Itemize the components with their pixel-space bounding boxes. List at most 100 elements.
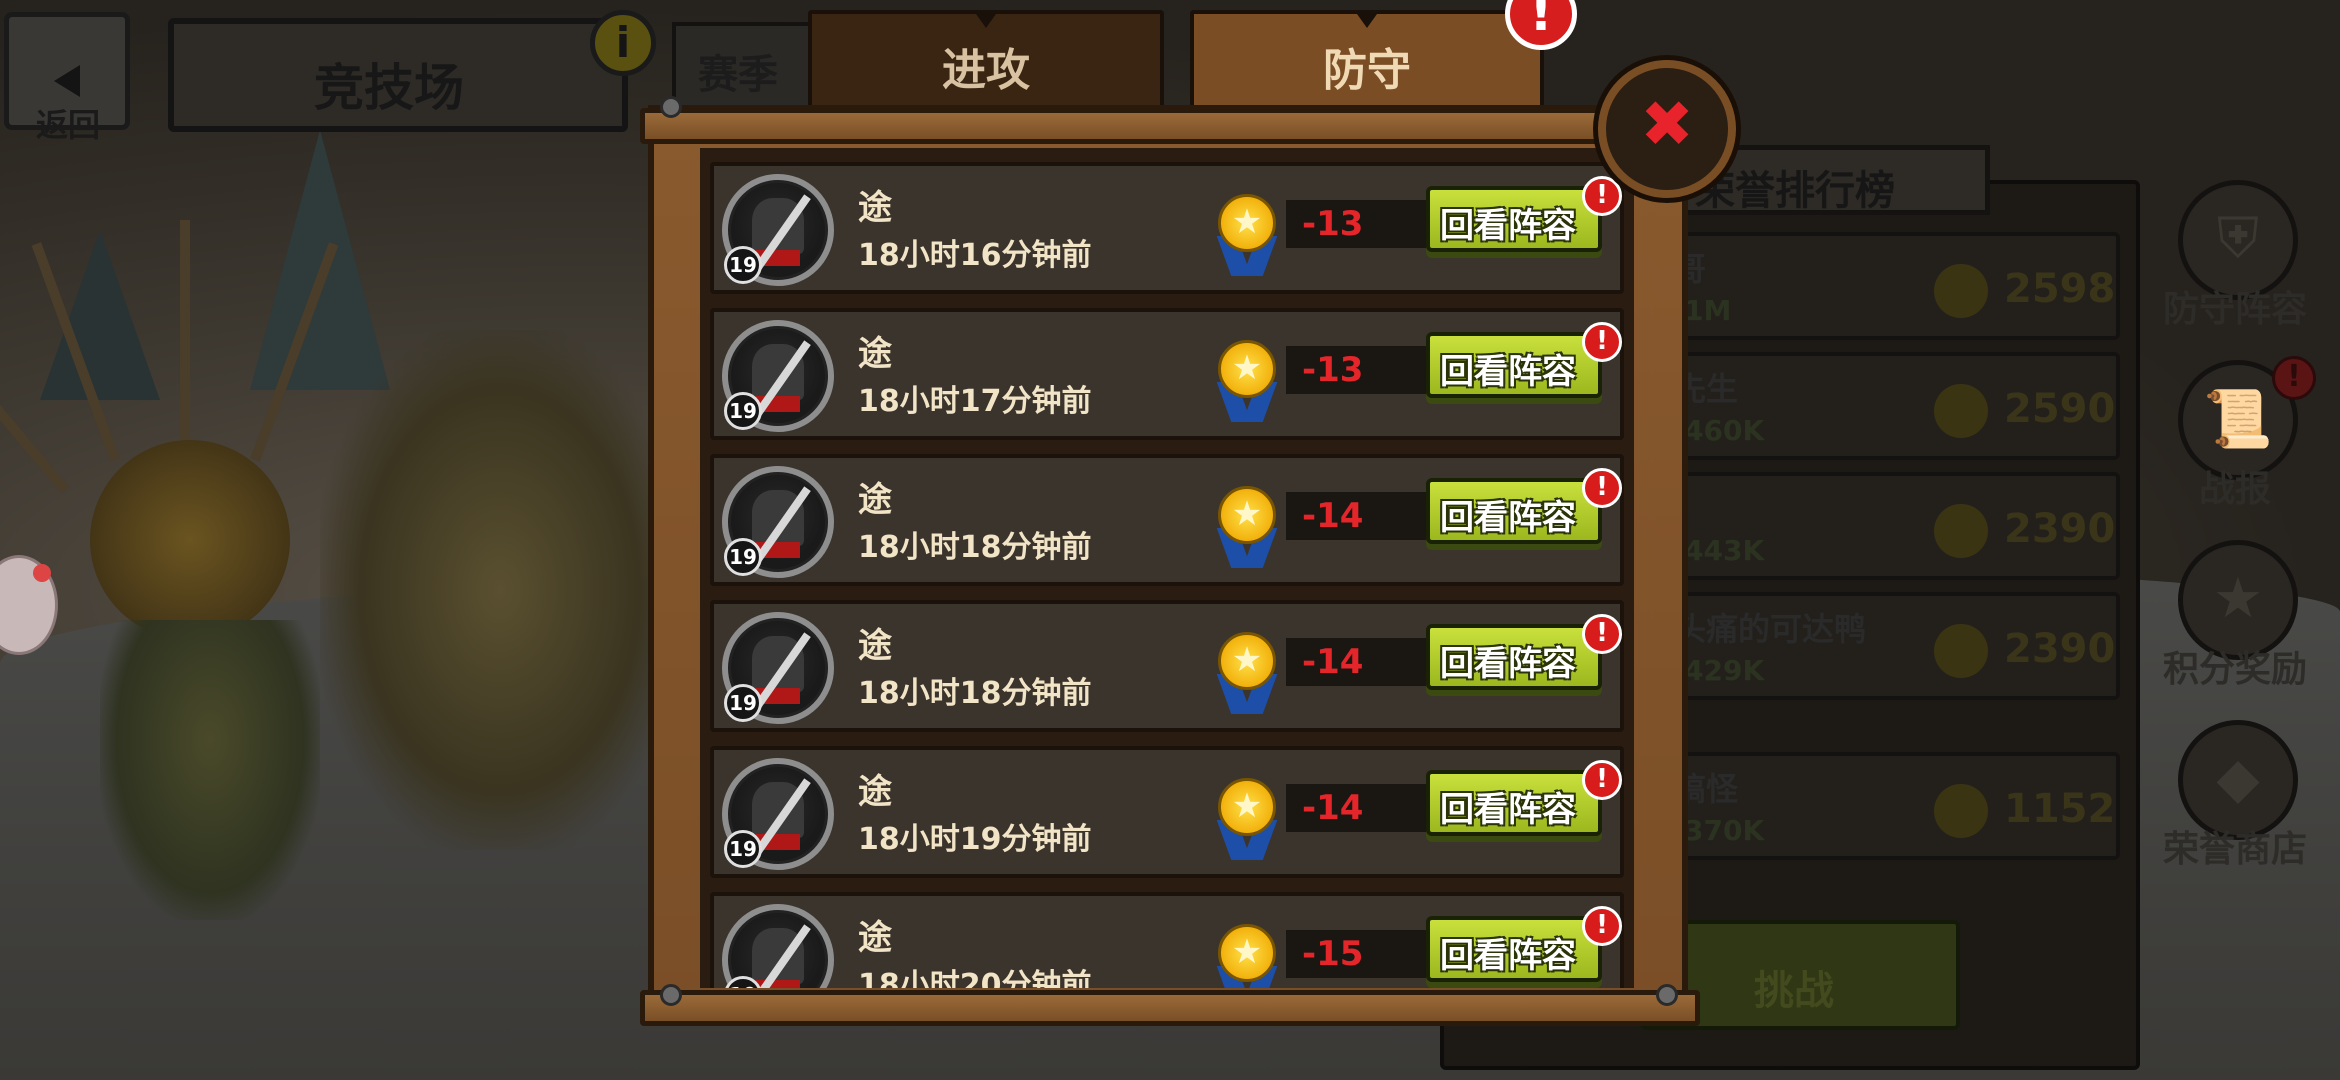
page-title: 竞技场 bbox=[314, 59, 464, 117]
frame-bottom-plank bbox=[640, 990, 1700, 1026]
replay-lineup-button[interactable]: 回看阵容 bbox=[1426, 478, 1602, 544]
level-badge: 19 bbox=[724, 538, 762, 576]
season-tab-label: 赛季 bbox=[698, 52, 778, 98]
nail-icon bbox=[660, 984, 682, 1006]
replay-lineup-label: 回看阵容 bbox=[1440, 206, 1576, 246]
record-list[interactable]: 19 途 18小时16分钟前 ★ -13 回看阵容 ! 19 途 18小时17分… bbox=[700, 148, 1634, 988]
shield-glyph-icon: ⛨ bbox=[2217, 206, 2259, 271]
gem-glyph-icon: ◆ bbox=[2216, 746, 2260, 811]
opponent-avatar[interactable]: 19 bbox=[722, 904, 834, 988]
medal-icon bbox=[1934, 504, 1988, 558]
tab-label: 进攻 bbox=[942, 45, 1030, 96]
leaderboard-score: 2390 bbox=[2004, 626, 2116, 672]
leaderboard-row: 头痛的可达鸭 429K 2390 bbox=[1650, 592, 2120, 700]
replay-lineup-button[interactable]: 回看阵容 bbox=[1426, 770, 1602, 836]
season-tab-partial: 赛季 bbox=[672, 22, 812, 110]
replay-lineup-label: 回看阵容 bbox=[1440, 498, 1576, 538]
nail-icon bbox=[1656, 984, 1678, 1006]
side-menu-label: 防守阵容 bbox=[2162, 289, 2307, 330]
challenge-label: 挑战 bbox=[1754, 968, 1834, 1014]
replay-lineup-label: 回看阵容 bbox=[1440, 352, 1576, 392]
medal-icon: ★ bbox=[1212, 630, 1282, 720]
side-menu-points-reward[interactable]: ★ 积分奖励 bbox=[2150, 540, 2320, 700]
opponent-avatar[interactable]: 19 bbox=[722, 174, 834, 286]
score-box: -13 bbox=[1286, 200, 1426, 248]
side-menu-label: 荣誉商店 bbox=[2162, 829, 2307, 870]
side-menu-battle-report[interactable]: 📜 ! 战报 bbox=[2150, 356, 2320, 520]
leaderboard-row: 搞怪 370K 1152 bbox=[1650, 752, 2120, 860]
replay-lineup-button[interactable]: 回看阵容 bbox=[1426, 916, 1602, 982]
record-time: 18小时19分钟前 bbox=[858, 822, 1092, 857]
score-box: -14 bbox=[1286, 492, 1426, 540]
close-icon: ✖ bbox=[1640, 88, 1694, 162]
replay-lineup-label: 回看阵容 bbox=[1440, 644, 1576, 684]
spear-decoration bbox=[180, 220, 190, 450]
replay-lineup-button[interactable]: 回看阵容 bbox=[1426, 186, 1602, 252]
opponent-name: 途 bbox=[858, 480, 892, 520]
alert-icon: ! bbox=[1582, 468, 1622, 508]
tab-notch bbox=[1357, 14, 1377, 28]
star-coin-icon: ★ bbox=[1218, 486, 1276, 544]
level-badge: 19 bbox=[724, 392, 762, 430]
medal-icon bbox=[1934, 384, 1988, 438]
leaderboard-power: 1M bbox=[1684, 294, 1732, 327]
opponent-name: 途 bbox=[858, 188, 892, 228]
leaderboard-score: 2598 bbox=[2004, 266, 2116, 312]
opponent-avatar[interactable]: 19 bbox=[722, 320, 834, 432]
medal-icon: ★ bbox=[1212, 338, 1282, 428]
record-row: 19 途 18小时16分钟前 ★ -13 回看阵容 ! bbox=[710, 162, 1624, 294]
leaderboard-name: 头痛的可达鸭 bbox=[1674, 610, 1867, 648]
opponent-name: 途 bbox=[858, 626, 892, 666]
score-box: -14 bbox=[1286, 638, 1426, 686]
score-change: -13 bbox=[1302, 350, 1364, 390]
player-character bbox=[100, 620, 320, 920]
score-box: -15 bbox=[1286, 930, 1426, 978]
side-menu-label: 战报 bbox=[2198, 469, 2271, 510]
alert-icon: ! bbox=[1582, 906, 1622, 946]
replay-lineup-button[interactable]: 回看阵容 bbox=[1426, 624, 1602, 690]
leaderboard-row: 哥 1M 2598 bbox=[1650, 232, 2120, 340]
back-arrow-icon bbox=[54, 65, 80, 97]
record-time: 18小时18分钟前 bbox=[858, 530, 1092, 565]
opponent-avatar[interactable]: 19 bbox=[722, 612, 834, 724]
alert-icon: ! bbox=[1582, 760, 1622, 800]
replay-lineup-label: 回看阵容 bbox=[1440, 790, 1576, 830]
medal-icon: ★ bbox=[1212, 192, 1282, 282]
score-change: -14 bbox=[1302, 642, 1364, 682]
star-coin-icon: ★ bbox=[1218, 778, 1276, 836]
notification-dot bbox=[33, 564, 51, 582]
tab-defense[interactable]: 防守 bbox=[1190, 10, 1544, 110]
opponent-name: 途 bbox=[858, 918, 892, 958]
score-box: -14 bbox=[1286, 784, 1426, 832]
alert-icon: ! bbox=[1582, 614, 1622, 654]
record-time: 18小时20分钟前 bbox=[858, 968, 1092, 988]
side-menu-honor-shop[interactable]: ◆ 荣誉商店 bbox=[2150, 720, 2320, 880]
page-title-banner: 竞技场 bbox=[168, 18, 628, 132]
replay-lineup-label: 回看阵容 bbox=[1440, 936, 1576, 976]
leaderboard-power: 443K bbox=[1684, 534, 1765, 567]
medal-icon: ★ bbox=[1212, 776, 1282, 866]
info-icon[interactable]: i bbox=[590, 10, 656, 76]
score-change: -14 bbox=[1302, 788, 1364, 828]
robot-character bbox=[320, 330, 680, 850]
alert-icon: ! bbox=[2272, 356, 2316, 400]
leaderboard-power: 429K bbox=[1684, 654, 1765, 687]
opponent-avatar[interactable]: 19 bbox=[722, 466, 834, 578]
medal-icon: ★ bbox=[1212, 484, 1282, 574]
alert-icon: ! bbox=[1582, 322, 1622, 362]
tab-label: 防守 bbox=[1323, 45, 1411, 96]
tab-notch bbox=[976, 14, 996, 28]
alert-icon: ! bbox=[1582, 176, 1622, 216]
replay-lineup-button[interactable]: 回看阵容 bbox=[1426, 332, 1602, 398]
opponent-avatar[interactable]: 19 bbox=[722, 758, 834, 870]
record-row: 19 途 18小时20分钟前 ★ -15 回看阵容 ! bbox=[710, 892, 1624, 988]
back-label: 返回 bbox=[36, 106, 101, 144]
side-menu-defense-lineup[interactable]: ⛨ 防守阵容 bbox=[2150, 180, 2320, 340]
nail-icon bbox=[660, 96, 682, 118]
tab-attack[interactable]: 进攻 bbox=[808, 10, 1164, 110]
close-button[interactable]: ✖ bbox=[1598, 60, 1736, 198]
frame-top-plank bbox=[640, 108, 1700, 144]
record-row: 19 途 18小时17分钟前 ★ -13 回看阵容 ! bbox=[710, 308, 1624, 440]
leaderboard-row: 先生 460K 2590 bbox=[1650, 352, 2120, 460]
record-row: 19 途 18小时18分钟前 ★ -14 回看阵容 ! bbox=[710, 454, 1624, 586]
